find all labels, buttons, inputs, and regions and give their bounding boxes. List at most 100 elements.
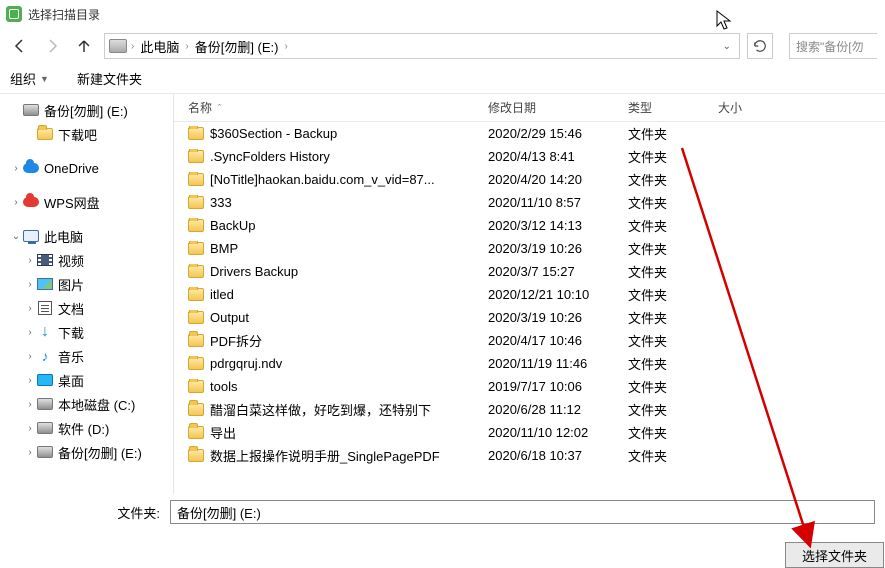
expander-icon[interactable]: › (10, 197, 22, 208)
desktop-icon (36, 372, 54, 388)
sidebar-item[interactable]: › 备份[勿删] (E:) (0, 440, 173, 464)
search-input[interactable]: 搜索"备份[勿 (789, 33, 877, 59)
drive-icon (36, 396, 54, 412)
sidebar-item-label: 备份[勿删] (E:) (58, 443, 142, 462)
sidebar-item[interactable]: ›↓下载 (0, 320, 173, 344)
file-type: 文件夹 (622, 354, 712, 373)
file-name: 醋溜白菜这样做，好吃到爆，还特别下 (210, 400, 431, 419)
expander-icon[interactable]: ⌄ (10, 231, 22, 242)
column-header-name[interactable]: 名称 ˆ (182, 99, 482, 116)
expander-icon[interactable]: › (24, 279, 36, 290)
file-row[interactable]: Drivers Backup2020/3/7 15:27文件夹 (174, 260, 885, 283)
folder-input[interactable] (170, 500, 875, 524)
sidebar-item[interactable]: ›♪音乐 (0, 344, 173, 368)
sidebar-item[interactable]: › OneDrive (0, 156, 173, 180)
sidebar-item-label: WPS网盘 (44, 193, 100, 212)
drive-icon (36, 444, 54, 460)
refresh-button[interactable] (747, 33, 773, 59)
sidebar-item-label: 下载 (58, 323, 84, 342)
file-type: 文件夹 (622, 124, 712, 143)
sidebar-item[interactable]: 备份[勿删] (E:) (0, 98, 173, 122)
file-type: 文件夹 (622, 193, 712, 212)
search-placeholder: 搜索"备份[勿 (796, 38, 864, 55)
file-row[interactable]: .SyncFolders History2020/4/13 8:41文件夹 (174, 145, 885, 168)
folder-icon (188, 403, 204, 416)
expander-icon[interactable]: › (10, 163, 22, 174)
breadcrumb[interactable]: › 此电脑 › 备份[勿删] (E:) › ⌄ (104, 33, 740, 59)
file-row[interactable]: $360Section - Backup2020/2/29 15:46文件夹 (174, 122, 885, 145)
file-row[interactable]: PDF拆分2020/4/17 10:46文件夹 (174, 329, 885, 352)
sidebar-item-label: 图片 (58, 275, 84, 294)
column-header-size[interactable]: 大小 (712, 99, 792, 116)
file-date: 2020/6/28 11:12 (482, 402, 622, 417)
sidebar-item[interactable]: › WPS网盘 (0, 190, 173, 214)
file-row[interactable]: 导出2020/11/10 12:02文件夹 (174, 421, 885, 444)
file-row[interactable]: 3332020/11/10 8:57文件夹 (174, 191, 885, 214)
sidebar-item-label: OneDrive (44, 161, 99, 176)
file-row[interactable]: BMP2020/3/19 10:26文件夹 (174, 237, 885, 260)
file-list: 名称 ˆ 修改日期 类型 大小 $360Section - Backup2020… (174, 94, 885, 494)
file-type: 文件夹 (622, 377, 712, 396)
folder-icon (188, 334, 204, 347)
file-date: 2020/3/19 10:26 (482, 310, 622, 325)
file-type: 文件夹 (622, 170, 712, 189)
file-date: 2019/7/17 10:06 (482, 379, 622, 394)
expander-icon[interactable]: › (24, 255, 36, 266)
pic-icon (36, 276, 54, 292)
back-button[interactable] (8, 34, 32, 58)
sidebar-item[interactable]: ›桌面 (0, 368, 173, 392)
file-type: 文件夹 (622, 446, 712, 465)
up-button[interactable] (72, 34, 96, 58)
expander-icon[interactable]: › (24, 303, 36, 314)
file-list-body: $360Section - Backup2020/2/29 15:46文件夹.S… (174, 122, 885, 494)
file-row[interactable]: Output 2020/3/19 10:26文件夹 (174, 306, 885, 329)
column-header-row: 名称 ˆ 修改日期 类型 大小 (174, 94, 885, 122)
expander-icon[interactable]: › (24, 327, 36, 338)
file-row[interactable]: 数据上报操作说明手册_SinglePagePDF2020/6/18 10:37文… (174, 444, 885, 467)
file-row[interactable]: pdrgqruj.ndv2020/11/19 11:46文件夹 (174, 352, 885, 375)
file-row[interactable]: 醋溜白菜这样做，好吃到爆，还特别下2020/6/28 11:12文件夹 (174, 398, 885, 421)
file-row[interactable]: tools2019/7/17 10:06文件夹 (174, 375, 885, 398)
expander-icon[interactable]: › (24, 375, 36, 386)
file-name: $360Section - Backup (210, 126, 337, 141)
doc-icon (36, 300, 54, 316)
forward-button[interactable] (40, 34, 64, 58)
breadcrumb-root[interactable]: 此电脑 (138, 37, 181, 56)
expander-icon[interactable]: › (24, 447, 36, 458)
expander-icon[interactable]: › (24, 399, 36, 410)
column-header-type[interactable]: 类型 (622, 99, 712, 116)
expander-icon[interactable]: › (24, 423, 36, 434)
file-row[interactable]: itled2020/12/21 10:10文件夹 (174, 283, 885, 306)
file-row[interactable]: BackUp2020/3/12 14:13文件夹 (174, 214, 885, 237)
sidebar-item[interactable]: 下载吧 (0, 122, 173, 146)
toolbar: 组织 ▼ 新建文件夹 (0, 64, 885, 94)
column-header-date[interactable]: 修改日期 (482, 99, 622, 116)
drive-icon (109, 39, 127, 53)
file-type: 文件夹 (622, 423, 712, 442)
organize-menu[interactable]: 组织 ▼ (10, 69, 49, 88)
select-folder-button[interactable]: 选择文件夹 (785, 542, 884, 568)
navigation-bar: › 此电脑 › 备份[勿删] (E:) › ⌄ 搜索"备份[勿 (0, 28, 885, 64)
sidebar-item[interactable]: ›软件 (D:) (0, 416, 173, 440)
titlebar: 选择扫描目录 (0, 0, 885, 28)
sidebar-item[interactable]: ›文档 (0, 296, 173, 320)
file-date: 2020/4/13 8:41 (482, 149, 622, 164)
file-row[interactable]: [NoTitle]haokan.baidu.com_v_vid=87...202… (174, 168, 885, 191)
expander-icon[interactable]: › (24, 351, 36, 362)
organize-label: 组织 (10, 69, 36, 88)
sidebar-item-label: 备份[勿删] (E:) (44, 101, 128, 120)
new-folder-button[interactable]: 新建文件夹 (77, 69, 142, 88)
sidebar-item[interactable]: ›本地磁盘 (C:) (0, 392, 173, 416)
sort-asc-icon: ˆ (218, 103, 221, 113)
cloud-red-icon (22, 194, 40, 210)
sidebar-item[interactable]: › 图片 (0, 272, 173, 296)
breadcrumb-dropdown-icon[interactable]: ⌄ (723, 41, 735, 52)
file-name: Output (210, 310, 249, 325)
folder-icon (188, 127, 204, 140)
sidebar-item[interactable]: ›视频 (0, 248, 173, 272)
sidebar-item[interactable]: ⌄此电脑 (0, 224, 173, 248)
breadcrumb-current[interactable]: 备份[勿删] (E:) (193, 37, 281, 56)
file-date: 2020/3/12 14:13 (482, 218, 622, 233)
file-date: 2020/12/21 10:10 (482, 287, 622, 302)
file-type: 文件夹 (622, 308, 712, 327)
